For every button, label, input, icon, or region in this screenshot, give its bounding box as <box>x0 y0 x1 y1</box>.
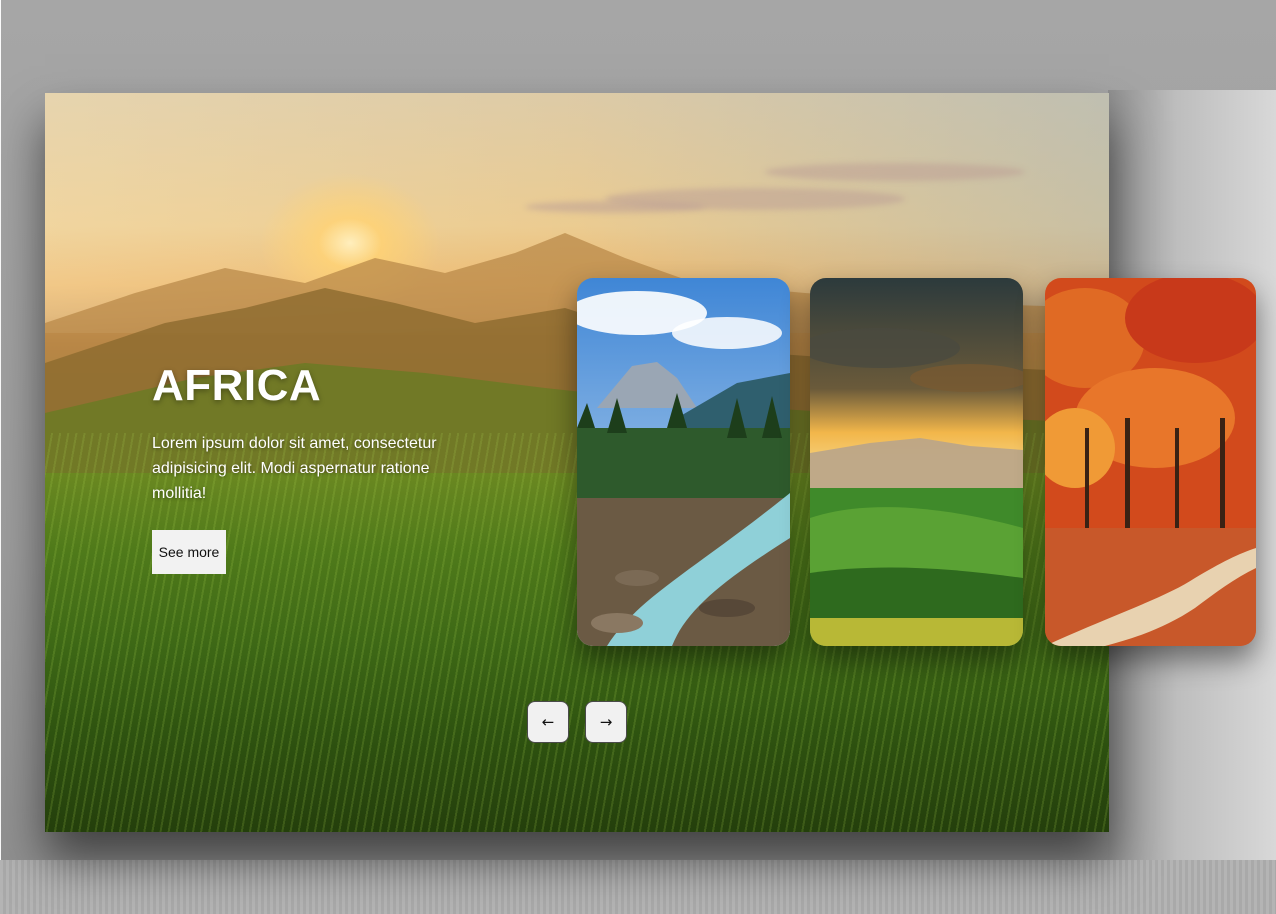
arrow-right-icon: → <box>599 713 613 731</box>
hero-description: Lorem ipsum dolor sit amet, consectetur … <box>152 435 437 502</box>
bottom-bar <box>0 860 1276 914</box>
autumn-forest-image <box>1045 278 1256 646</box>
cloud <box>765 163 1025 181</box>
card-autumn-forest[interactable] <box>1045 278 1256 646</box>
prev-button[interactable]: ← <box>527 701 569 743</box>
next-button[interactable]: → <box>585 701 627 743</box>
card-sunset-valley[interactable] <box>810 278 1023 646</box>
arrow-left-icon: ← <box>541 713 555 731</box>
mountain-river-image <box>577 278 790 646</box>
card-mountain-river[interactable] <box>577 278 790 646</box>
cloud <box>525 201 705 213</box>
see-more-button[interactable]: See more <box>152 530 226 574</box>
hero-title: AFRICA <box>152 361 322 410</box>
sunset-valley-image <box>810 278 1023 646</box>
page-edge <box>0 0 1 860</box>
